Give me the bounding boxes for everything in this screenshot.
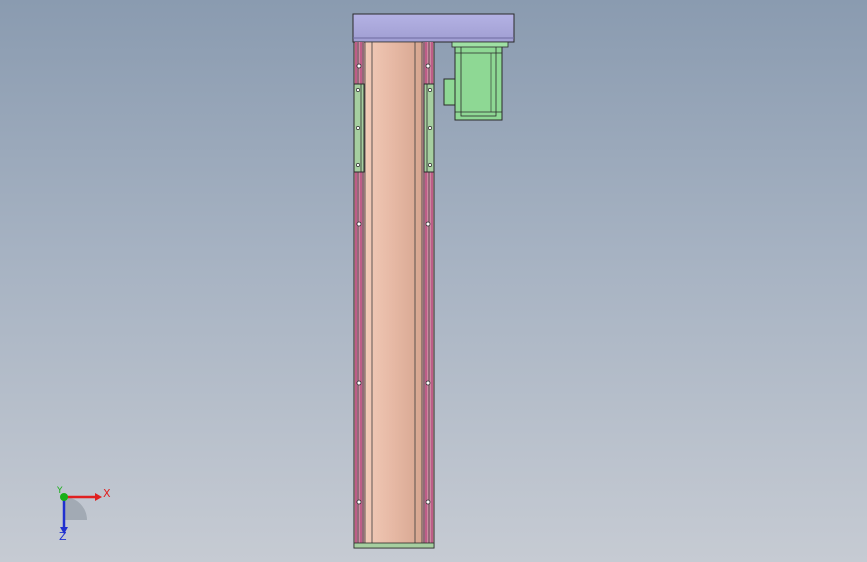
y-axis-label: Y bbox=[57, 486, 63, 496]
motor-flange bbox=[451, 41, 509, 48]
motor-assembly[interactable] bbox=[443, 41, 503, 121]
coordinate-triad bbox=[60, 493, 102, 534]
graphics-viewport[interactable]: X Y Z bbox=[0, 0, 867, 562]
actuator-body[interactable] bbox=[353, 41, 435, 549]
right-carriage-block[interactable] bbox=[423, 83, 435, 173]
z-axis-label: Z bbox=[59, 530, 67, 543]
linear-actuator-model[interactable] bbox=[0, 0, 867, 562]
x-axis-label: X bbox=[103, 487, 111, 500]
left-carriage-block[interactable] bbox=[353, 83, 365, 173]
